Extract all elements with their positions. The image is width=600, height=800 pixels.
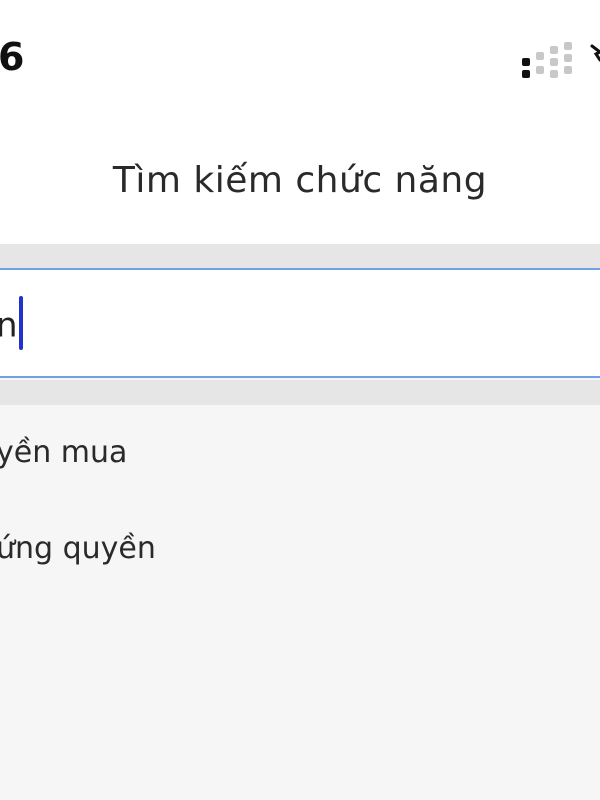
status-bar: 6 [0, 0, 600, 110]
page-title: Tìm kiếm chức năng [112, 160, 488, 201]
search-section-bottom-divider [0, 380, 600, 405]
text-caret [18, 296, 23, 350]
search-input-value-wrapper: n [0, 296, 23, 350]
search-results-list: yền mua ứng quyền [0, 405, 600, 800]
search-section-top-divider [0, 244, 600, 269]
battery-icon [590, 44, 600, 62]
app-screen: 6 Tìm kiếm chức năng n yền mua ứng quyền [0, 0, 600, 800]
status-time: 6 [0, 35, 25, 79]
result-item[interactable]: ứng quyền [0, 529, 156, 573]
signal-strength-icon [522, 42, 572, 78]
search-input[interactable]: n [0, 268, 600, 378]
search-input-value: n [0, 305, 18, 346]
result-item[interactable]: yền mua [0, 433, 127, 477]
navigation-header: Tìm kiếm chức năng [0, 110, 600, 244]
